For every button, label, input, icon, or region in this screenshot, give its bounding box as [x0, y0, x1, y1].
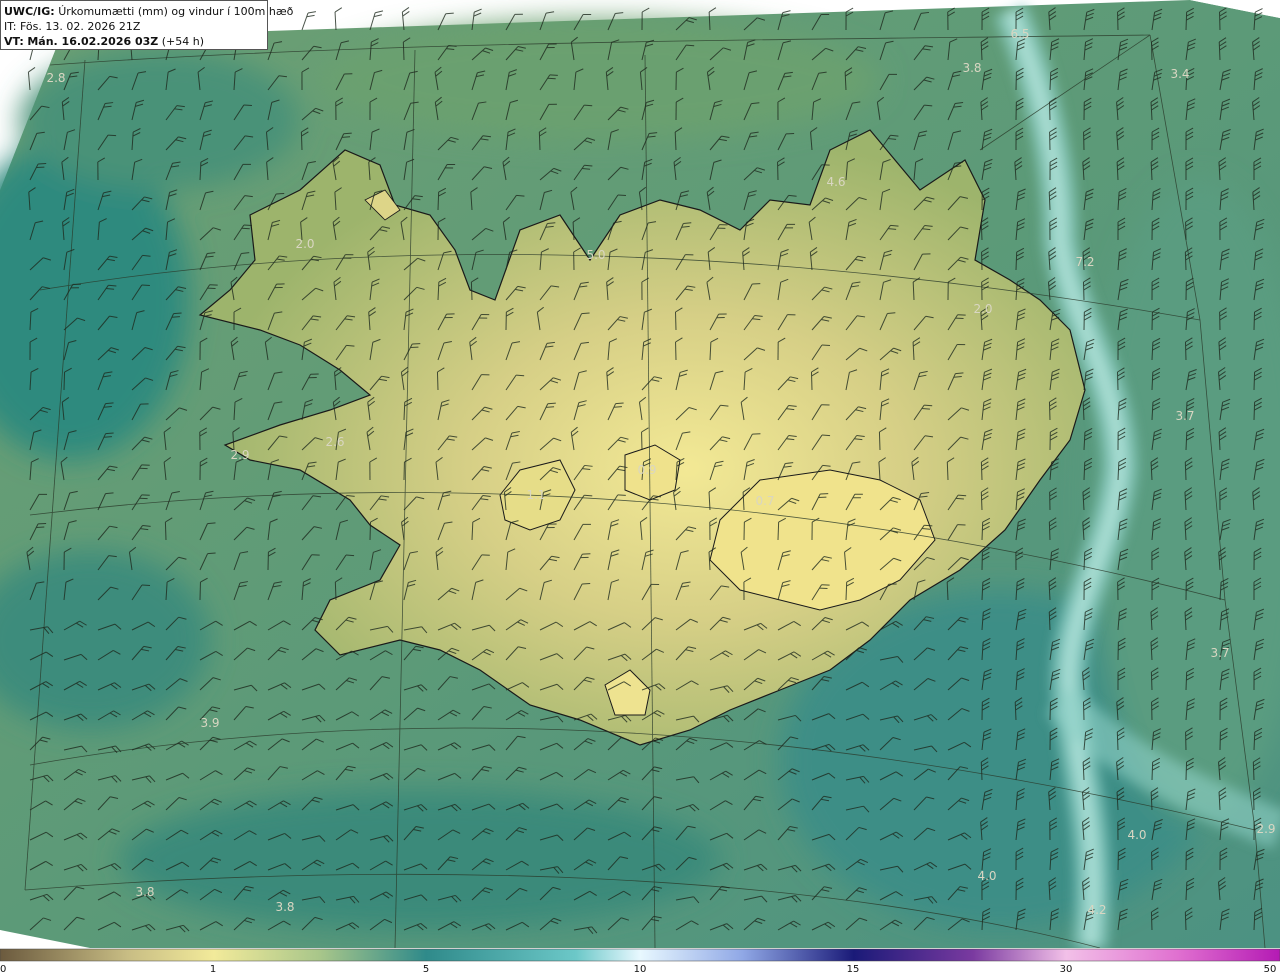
- valid-time: Mán. 16.02.2026 03Z: [27, 35, 159, 48]
- value-label: 2.8: [46, 71, 65, 85]
- value-label: 2.9: [230, 448, 249, 462]
- init-time: IT: Fös. 13. 02. 2026 21Z: [4, 20, 141, 33]
- title-box: UWC/IG: Úrkomumætti (mm) og vindur í 100…: [0, 0, 293, 50]
- value-label: 1.1: [526, 488, 545, 502]
- precipitation-map: 2.8 6.5 3.8 3.4 4.6 5.0 2.0 7.2 2.0 3.7 2.9 2.6 0.9 1…: [0, 0, 1280, 948]
- value-label: 3.8: [135, 885, 154, 899]
- colorbar-tick: 50: [1263, 964, 1277, 975]
- valid-line: VT: Mán. 16.02.2026 03Z (+54 h): [4, 34, 267, 49]
- value-label: 3.7: [1210, 646, 1229, 660]
- colorbar-tick: 0: [0, 964, 7, 975]
- value-label: 6.5: [1010, 27, 1029, 41]
- wind-barb: [301, 11, 317, 31]
- value-label: 2.0: [295, 237, 314, 251]
- value-label: 0.9: [637, 463, 656, 477]
- valid-prefix: VT:: [4, 35, 24, 48]
- model-code: UWC/IG:: [4, 5, 55, 18]
- value-label: 4.6: [826, 175, 845, 189]
- value-label: 0.7: [755, 494, 774, 508]
- map-title: Úrkomumætti (mm) og vindur í 100m hæð: [58, 5, 294, 18]
- colorbar-gradient: [0, 948, 1280, 962]
- colorbar-tick: 10: [633, 964, 647, 975]
- value-label: 2.6: [325, 435, 344, 449]
- title-line: UWC/IG: Úrkomumætti (mm) og vindur í 100…: [4, 4, 293, 19]
- colorbar-tick: 15: [846, 964, 860, 975]
- value-label: 4.0: [1127, 828, 1146, 842]
- value-label: 3.9: [200, 716, 219, 730]
- value-label: 3.8: [962, 61, 981, 75]
- value-label: 2.9: [1256, 822, 1275, 836]
- value-label: 5.0: [586, 248, 605, 262]
- colorbar-tick: 30: [1059, 964, 1073, 975]
- value-label: 3.4: [1170, 67, 1189, 81]
- lead-time: (+54 h): [161, 35, 205, 48]
- value-label: 3.7: [1175, 409, 1194, 423]
- value-label: 3.8: [275, 900, 294, 914]
- colorbar-tick: 5: [422, 964, 430, 975]
- value-label: 4.2: [1087, 903, 1106, 917]
- wind-barb: [334, 7, 343, 31]
- colorbar: 0 1 5 10 15 30 50: [0, 948, 1280, 978]
- value-label: 7.2: [1075, 255, 1094, 269]
- value-label: 4.0: [977, 869, 996, 883]
- colorbar-tick: 1: [209, 964, 217, 975]
- value-label: 2.0: [973, 302, 992, 316]
